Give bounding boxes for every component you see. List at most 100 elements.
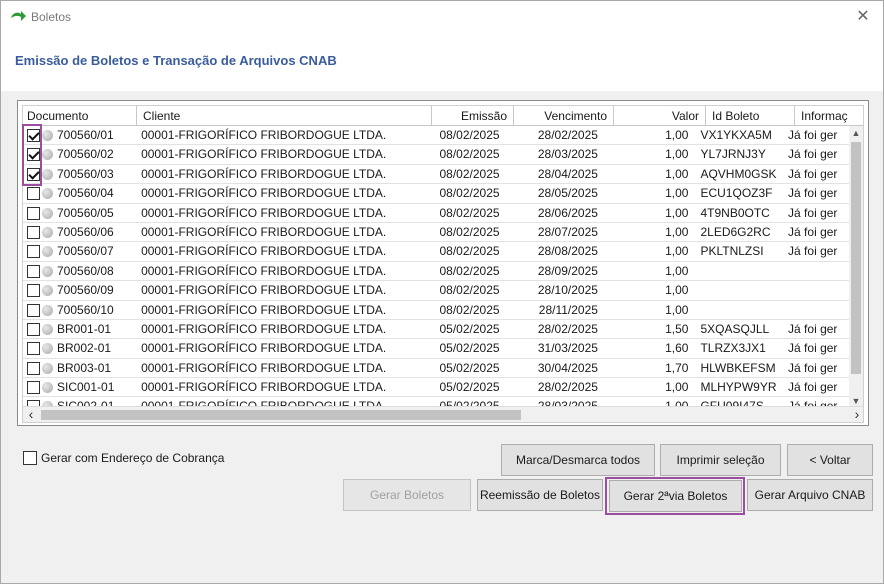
gerar-arquivo-cnab-button[interactable]: Gerar Arquivo CNAB — [747, 479, 873, 511]
row-checkbox[interactable] — [27, 361, 40, 375]
table-row[interactable]: 700560/07 00001-FRIGORÍFICO FRIBORDOGUE L… — [23, 242, 851, 262]
row-checkbox[interactable] — [27, 187, 40, 201]
cell-valor: 1,00 — [665, 166, 689, 181]
column-header-valor[interactable]: Valor — [614, 106, 706, 126]
row-checkbox[interactable] — [27, 264, 40, 278]
cell-emissao: 08/02/2025 — [439, 302, 500, 317]
documento-value: SIC001-01 — [57, 380, 115, 395]
imprimir-selecao-button[interactable]: Imprimir seleção — [660, 444, 781, 476]
cell-id-boleto: MLHYPW9YR — [700, 380, 777, 395]
documento-value: BR002-01 — [57, 341, 112, 356]
cell-cliente: 00001-FRIGORÍFICO FRIBORDOGUE LTDA. — [141, 283, 387, 298]
table-row[interactable]: 700560/10 00001-FRIGORÍFICO FRIBORDOGUE L… — [23, 301, 851, 320]
cell-emissao: 08/02/2025 — [439, 263, 500, 278]
cell-valor: 1,00 — [665, 263, 689, 278]
column-header-id-boleto[interactable]: Id Boleto — [706, 106, 795, 126]
status-dot-icon — [42, 207, 53, 219]
row-checkbox[interactable] — [27, 245, 40, 259]
documento-value: 700560/07 — [57, 244, 114, 259]
status-dot-icon — [42, 168, 53, 180]
scroll-left-icon[interactable]: ‹ — [23, 407, 39, 422]
table-row[interactable]: 700560/05 00001-FRIGORÍFICO FRIBORDOGUE L… — [23, 204, 851, 223]
voltar-button[interactable]: < Voltar — [787, 444, 873, 476]
table-row[interactable]: BR002-01 00001-FRIGORÍFICO FRIBORDOGUE LT… — [23, 339, 851, 359]
cell-valor: 1,00 — [665, 380, 689, 395]
row-checkbox[interactable] — [27, 167, 40, 181]
row-checkbox[interactable] — [27, 284, 40, 298]
status-dot-icon — [42, 382, 53, 394]
cell-id-boleto: YL7JRNJ3Y — [700, 147, 766, 162]
marca-desmarca-button[interactable]: Marca/Desmarca todos — [501, 444, 655, 476]
cell-informacao: Já foi ger — [788, 205, 838, 220]
table-row[interactable]: 700560/04 00001-FRIGORÍFICO FRIBORDOGUE L… — [23, 184, 851, 204]
cell-documento: 700560/06 — [23, 223, 135, 242]
cell-cliente: 00001-FRIGORÍFICO FRIBORDOGUE LTDA. — [141, 380, 387, 395]
cell-emissao: 08/02/2025 — [439, 244, 500, 259]
documento-value: 700560/10 — [57, 302, 114, 317]
horizontal-scrollbar[interactable]: ‹ › — [23, 406, 863, 422]
cell-cliente: 00001-FRIGORÍFICO FRIBORDOGUE LTDA. — [141, 244, 387, 259]
documento-value: 700560/06 — [57, 224, 114, 239]
cell-informacao: Já foi ger — [788, 147, 838, 162]
row-checkbox[interactable] — [27, 303, 40, 317]
gerar-boletos-button[interactable]: Gerar Boletos — [343, 479, 471, 511]
vertical-scrollbar[interactable]: ▲ ▼ — [849, 126, 863, 408]
status-dot-icon — [42, 265, 53, 277]
table-row[interactable]: SIC001-01 00001-FRIGORÍFICO FRIBORDOGUE L… — [23, 378, 851, 398]
cell-informacao: Já foi ger — [788, 380, 838, 395]
cell-emissao: 08/02/2025 — [439, 147, 500, 162]
row-checkbox[interactable] — [27, 342, 40, 356]
table-row[interactable]: 700560/02 00001-FRIGORÍFICO FRIBORDOGUE L… — [23, 145, 851, 165]
column-header-documento[interactable]: Documento — [23, 106, 137, 126]
gerar-endereco-checkbox[interactable]: Gerar com Endereço de Cobrança — [23, 451, 224, 465]
table-row[interactable]: 700560/09 00001-FRIGORÍFICO FRIBORDOGUE L… — [23, 281, 851, 301]
reemissao-boletos-button[interactable]: Reemissão de Boletos — [477, 479, 603, 511]
table-row[interactable]: 700560/06 00001-FRIGORÍFICO FRIBORDOGUE L… — [23, 223, 851, 243]
close-icon[interactable]: ✕ — [853, 7, 873, 27]
horizontal-scroll-thumb[interactable] — [41, 410, 521, 420]
cell-documento: 700560/04 — [23, 184, 135, 203]
cell-id-boleto — [694, 262, 782, 281]
cell-emissao: 08/02/2025 — [439, 128, 500, 142]
cell-vencimento: 28/04/2025 — [537, 166, 598, 181]
column-header-cliente[interactable]: Cliente — [137, 106, 432, 126]
status-dot-icon — [42, 246, 53, 258]
cell-id-boleto: PKLTNLZSI — [700, 244, 764, 259]
vertical-scroll-thumb[interactable] — [851, 142, 861, 374]
cell-cliente: 00001-FRIGORÍFICO FRIBORDOGUE LTDA. — [141, 147, 387, 162]
row-checkbox[interactable] — [27, 129, 40, 142]
cell-cliente: 00001-FRIGORÍFICO FRIBORDOGUE LTDA. — [141, 186, 387, 201]
column-header-emissao[interactable]: Emissão — [432, 106, 514, 126]
cell-emissao: 08/02/2025 — [439, 224, 500, 239]
table-row[interactable]: 700560/03 00001-FRIGORÍFICO FRIBORDOGUE L… — [23, 165, 851, 185]
boletos-window: Boletos ✕ Emissão de Boletos e Transação… — [0, 0, 884, 584]
scroll-right-icon[interactable]: › — [849, 407, 863, 422]
documento-value: 700560/05 — [57, 205, 114, 220]
row-checkbox[interactable] — [27, 225, 40, 239]
gerar-segunda-via-button[interactable]: Gerar 2ªvia Boletos — [609, 480, 742, 512]
cell-documento: 700560/03 — [23, 165, 135, 184]
table-row[interactable]: BR003-01 00001-FRIGORÍFICO FRIBORDOGUE LT… — [23, 359, 851, 379]
cell-valor: 1,60 — [665, 341, 689, 356]
checkbox-box[interactable] — [23, 451, 37, 465]
status-dot-icon — [42, 362, 53, 374]
cell-id-boleto: 4T9NB0OTC — [700, 205, 770, 220]
row-checkbox[interactable] — [27, 206, 40, 220]
window-title: Boletos — [31, 10, 72, 24]
grid-header: Documento Cliente Emissão Vencimento Val… — [23, 106, 863, 126]
column-header-vencimento[interactable]: Vencimento — [514, 106, 614, 126]
boletos-grid-frame: Documento Cliente Emissão Vencimento Val… — [17, 100, 869, 426]
boletos-grid[interactable]: Documento Cliente Emissão Vencimento Val… — [22, 105, 864, 423]
table-row[interactable]: 700560/01 00001-FRIGORÍFICO FRIBORDOGUE L… — [23, 126, 851, 146]
table-row[interactable]: 700560/08 00001-FRIGORÍFICO FRIBORDOGUE L… — [23, 262, 851, 282]
cell-cliente: 00001-FRIGORÍFICO FRIBORDOGUE LTDA. — [141, 321, 387, 336]
cell-emissao: 08/02/2025 — [439, 283, 500, 298]
row-checkbox[interactable] — [27, 148, 40, 162]
cell-valor: 1,00 — [665, 128, 689, 142]
row-checkbox[interactable] — [27, 381, 40, 395]
column-header-informacao[interactable]: Informaç — [795, 106, 863, 126]
cell-cliente: 00001-FRIGORÍFICO FRIBORDOGUE LTDA. — [141, 128, 387, 142]
row-checkbox[interactable] — [27, 322, 40, 336]
table-row[interactable]: BR001-01 00001-FRIGORÍFICO FRIBORDOGUE LT… — [23, 320, 851, 340]
scroll-up-icon[interactable]: ▲ — [849, 126, 863, 140]
